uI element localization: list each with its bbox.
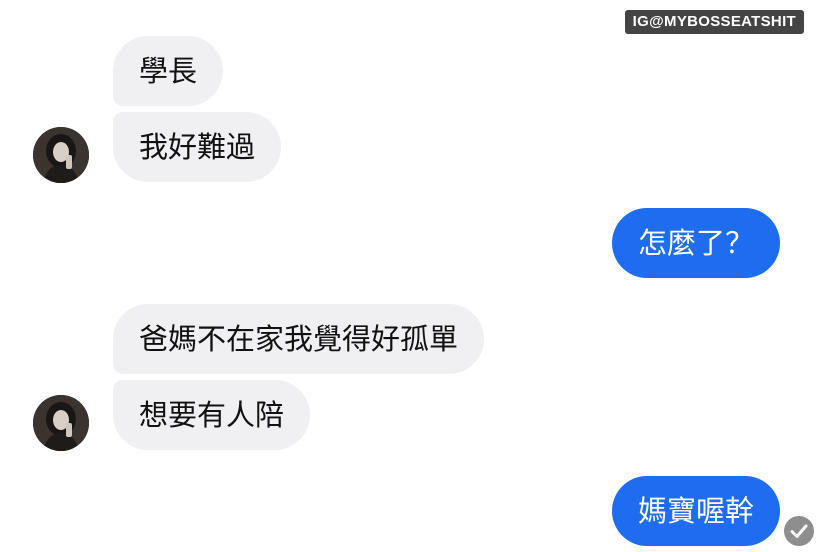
contact-avatar[interactable] (33, 395, 89, 451)
watermark-label: IG@MYBOSSEATSHIT (624, 10, 804, 34)
outgoing-message-bubble[interactable]: 怎麼了？ (611, 208, 780, 278)
incoming-message-bubble[interactable]: 爸媽不在家我覺得好孤單 (113, 304, 485, 374)
read-receipt-check-icon (784, 516, 814, 546)
incoming-message-bubble[interactable]: 我好難過 (113, 112, 282, 182)
contact-avatar[interactable] (33, 127, 89, 183)
incoming-message-bubble[interactable]: 想要有人陪 (113, 380, 311, 450)
incoming-message-bubble[interactable]: 學長 (113, 36, 224, 106)
outgoing-message-bubble[interactable]: 媽寶喔幹 (611, 476, 780, 546)
